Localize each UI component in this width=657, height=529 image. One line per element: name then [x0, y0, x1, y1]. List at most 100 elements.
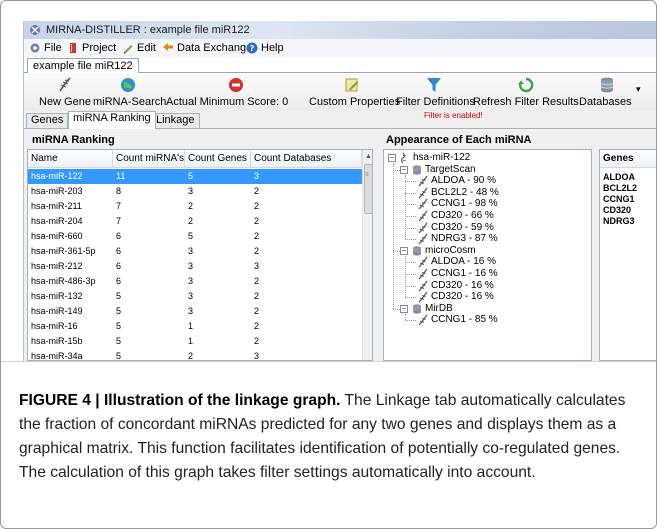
table-cell: 1	[188, 336, 194, 346]
table-cell: hsa-miR-132	[31, 291, 83, 301]
tree-target-item[interactable]: CD320 - 59 %	[417, 222, 494, 234]
collapse-toggle-icon[interactable]: −	[400, 246, 408, 255]
document-tab[interactable]: example file miR122	[27, 58, 139, 73]
menu-edit[interactable]: Edit	[122, 39, 156, 57]
collapse-toggle-icon[interactable]: −	[388, 154, 396, 162]
table-row[interactable]: hsa-miR-211 7 2 2	[28, 199, 362, 214]
tree-target-item[interactable]: CD320 - 66 %	[417, 210, 494, 222]
chevron-down-icon: ▾	[636, 84, 641, 94]
databases-button[interactable]: Databases	[579, 73, 634, 111]
scroll-up-icon[interactable]: ▲	[365, 153, 372, 160]
table-cell: 3	[188, 246, 194, 256]
table-row[interactable]: hsa-miR-122 11 5 3	[28, 169, 362, 184]
table-cell: 2	[254, 201, 260, 211]
tab-genes[interactable]: Genes	[26, 113, 69, 128]
table-row[interactable]: hsa-miR-15b 5 1 2	[28, 334, 362, 349]
tree-item-label: TargetScan	[425, 163, 476, 175]
column-header-count-mirnas[interactable]: Count miRNA's	[113, 150, 185, 168]
table-row[interactable]: hsa-miR-16 5 1 2	[28, 319, 362, 334]
table-row[interactable]: hsa-miR-149 5 3 2	[28, 304, 362, 319]
menu-data-exchange[interactable]: Data Exchange	[162, 39, 252, 57]
tree-connector	[393, 308, 400, 310]
tree-target-item[interactable]: CD320 - 16 %	[417, 291, 494, 303]
new-gene-button[interactable]: New Gene	[37, 73, 92, 111]
refresh-filter-results-button[interactable]: Refresh Filter Results	[473, 73, 579, 111]
globe-icon	[121, 78, 135, 92]
menu-help[interactable]: ? Help	[246, 39, 284, 57]
view-tabs: Genes miRNA Ranking Linkage	[24, 111, 656, 129]
table-row[interactable]: hsa-miR-486-3p 6 3 2	[28, 274, 362, 289]
table-cell: hsa-miR-15b	[31, 336, 83, 346]
column-header-count-genes[interactable]: Count Genes	[185, 150, 251, 168]
custom-properties-button[interactable]: Custom Properties	[309, 73, 400, 111]
tree-connector	[405, 274, 416, 275]
gene-list-item: CD320	[603, 205, 632, 215]
tree-target-item[interactable]: NDRG3 - 87 %	[417, 233, 498, 245]
table-row[interactable]: hsa-miR-132 5 3 2	[28, 289, 362, 304]
gene-list-item: NDRG3	[603, 216, 635, 226]
tree-target-item[interactable]: BCL2L2 - 48 %	[417, 187, 499, 199]
table-cell: 5	[188, 231, 194, 241]
tree-connector	[405, 285, 416, 287]
tab-linkage[interactable]: Linkage	[151, 113, 200, 128]
table-cell: 3	[188, 306, 194, 316]
tree-target-item[interactable]: CD320 - 16 %	[417, 280, 494, 292]
ranking-panel-title: miRNA Ranking	[32, 134, 115, 146]
app-dna-icon	[30, 25, 40, 35]
mirna-search-button[interactable]: miRNA-Search	[93, 73, 166, 111]
filter-definitions-button[interactable]: Filter Definitions	[396, 73, 475, 111]
tree-item-label: CCNG1 - 16 %	[431, 268, 498, 279]
table-cell: 8	[116, 186, 122, 196]
toolbar: New Gene miRNA-Search Actual Minimum Sco…	[24, 73, 656, 111]
tree-connector	[405, 262, 416, 264]
appearance-tree: − hsa-miR-122− TargetScan ALDOA - 90 % BCL2L…	[383, 149, 592, 361]
app-window: MIRNA-DISTILLER : example file miR122 Fi…	[23, 21, 656, 361]
table-cell: hsa-miR-660	[31, 231, 83, 241]
menu-file[interactable]: File	[29, 39, 62, 57]
tab-mirna-ranking[interactable]: miRNA Ranking	[68, 111, 156, 129]
tree-target-item[interactable]: ALDOA - 16 %	[417, 256, 496, 268]
column-header-count-databases[interactable]: Count Databases	[251, 150, 362, 168]
tree-item-label: microCosm	[425, 244, 476, 256]
table-cell: 3	[188, 291, 194, 301]
table-cell: 3	[254, 261, 260, 271]
menu-project[interactable]: Project	[67, 39, 116, 57]
caption-lead: FIGURE 4 | Illustration of the linkage g…	[19, 392, 341, 409]
tree-target-item[interactable]: CCNG1 - 16 %	[417, 268, 498, 280]
tree-database-node[interactable]: MirDB	[411, 303, 453, 315]
table-cell: 3	[254, 171, 260, 181]
tree-database-node[interactable]: microCosm	[411, 245, 476, 257]
table-cell: 2	[188, 351, 194, 361]
table-row[interactable]: hsa-miR-361-5p 6 3 2	[28, 244, 362, 259]
table-row[interactable]: hsa-miR-34a 5 2 3	[28, 349, 362, 361]
tree-target-item[interactable]: CCNG1 - 85 %	[417, 314, 498, 326]
table-row[interactable]: hsa-miR-660 6 5 2	[28, 229, 362, 244]
table-cell: 2	[254, 291, 260, 301]
table-row[interactable]: hsa-miR-203 8 3 2	[28, 184, 362, 199]
tree-item-label: CD320 - 66 %	[431, 210, 494, 221]
tree-connector	[405, 255, 406, 298]
tree-connector	[405, 216, 416, 217]
collapse-toggle-icon[interactable]: −	[400, 304, 408, 313]
table-scrollbar[interactable]: ▲ ≡	[362, 150, 372, 360]
tree-item-label: CD320 - 59 %	[431, 221, 494, 233]
gene-icon	[418, 199, 428, 210]
tree-target-item[interactable]: ALDOA - 90 %	[417, 175, 496, 187]
tree-connector	[405, 297, 416, 299]
gene-list-item: CCNG1	[603, 194, 635, 204]
table-cell: hsa-miR-122	[31, 171, 83, 181]
tree-database-node[interactable]: TargetScan	[411, 164, 476, 176]
toolbar-overflow-button[interactable]: ▾	[636, 73, 650, 111]
tree-target-item[interactable]: CCNG1 - 98 %	[417, 198, 498, 210]
tree-item-label: NDRG3 - 87 %	[431, 233, 498, 245]
table-cell: 5	[116, 306, 122, 316]
tree-root-node[interactable]: hsa-miR-122	[399, 152, 470, 164]
table-row[interactable]: hsa-miR-212 6 3 3	[28, 259, 362, 274]
tree-connector	[405, 239, 416, 241]
table-cell: 5	[116, 351, 122, 361]
table-row[interactable]: hsa-miR-204 7 2 2	[28, 214, 362, 229]
column-header-name[interactable]: Name	[28, 150, 113, 168]
collapse-toggle-icon[interactable]: −	[400, 165, 408, 174]
minimum-score-button[interactable]: Actual Minimum Score: 0	[166, 73, 306, 111]
filter-status-text: Filter is enabled!	[424, 111, 483, 120]
